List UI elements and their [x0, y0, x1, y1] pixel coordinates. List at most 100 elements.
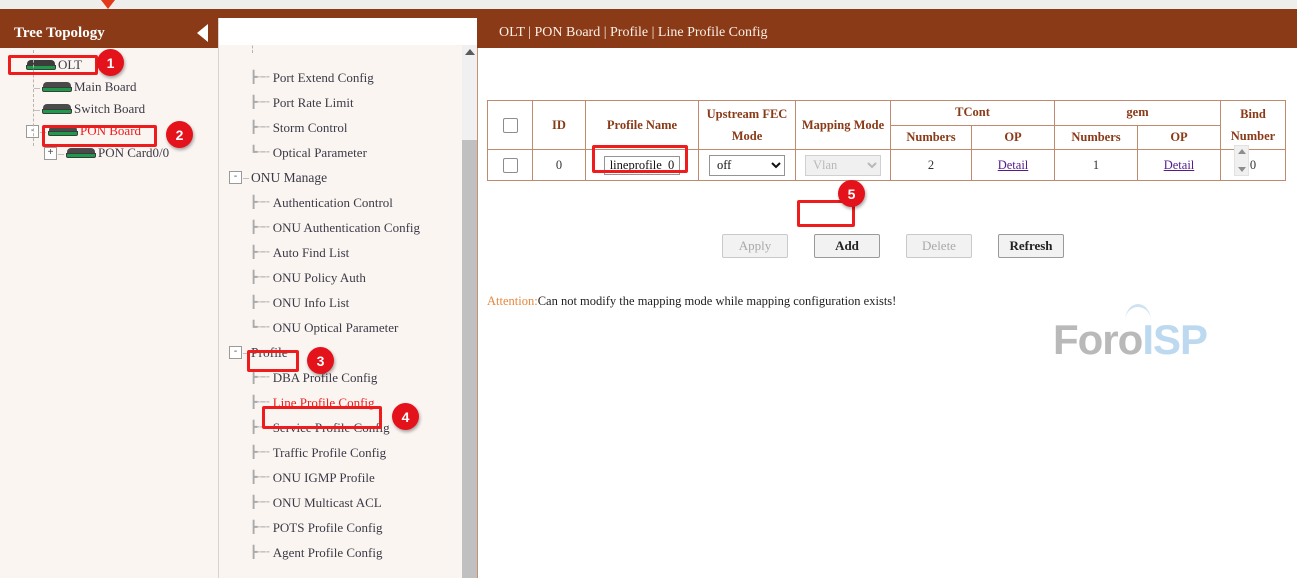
tree-expander-minus-icon[interactable]: -: [229, 346, 242, 359]
header-bind-line2: Number: [1225, 125, 1281, 147]
tree-node-label: PON Card0/0: [98, 145, 169, 161]
menu-item-label: Agent Profile Config: [273, 545, 383, 561]
menu-scrollbar[interactable]: [462, 45, 477, 578]
delete-button: Delete: [906, 234, 972, 258]
header-bind-number: Bind Number: [1221, 101, 1286, 150]
menu-item-onu-policy-auth[interactable]: ┣╌╌ ONU Policy Auth: [219, 265, 477, 290]
cell-gem-numbers: 1: [1055, 150, 1138, 181]
cell-gem-op: Detail: [1138, 150, 1221, 181]
highlight-box-profile: [247, 350, 299, 372]
row-scroll-up-icon[interactable]: [1238, 149, 1246, 154]
table-row-scrollbar[interactable]: [1234, 145, 1249, 176]
tree-topology-header: Tree Topology: [0, 18, 218, 48]
menu-item-label: ONU IGMP Profile: [273, 470, 375, 486]
tree-branch-dash: –: [34, 80, 40, 95]
header-upstream-fec-line2: Mode: [703, 125, 791, 147]
menu-item-agent-profile-config[interactable]: ┣╌╌ Agent Profile Config: [219, 540, 477, 565]
menu-item-label: ONU Multicast ACL: [273, 495, 382, 511]
table-header-row-1: ID Profile Name Upstream FEC Mode Mappin…: [488, 101, 1286, 126]
highlight-box-line-profile-config: [262, 406, 382, 429]
tree-leaf-dash-icon: ┣╌╌: [250, 495, 269, 510]
menu-connector: [252, 45, 254, 53]
menu-item-label: ONU Authentication Config: [273, 220, 420, 236]
menu-group-onu-manage[interactable]: - – ONU Manage: [219, 165, 477, 190]
cell-id: 0: [533, 150, 586, 181]
window-top-bar: [0, 9, 1297, 18]
tree-leaf-dash-icon: ┣╌╌: [250, 245, 269, 260]
mapping-mode-select: Vlan: [805, 155, 881, 176]
add-button[interactable]: Add: [814, 234, 880, 258]
menu-item-onu-optical-parameter[interactable]: ┗╌╌ ONU Optical Parameter: [219, 315, 477, 340]
tree-leaf-dash-icon: ┣╌╌: [250, 545, 269, 560]
header-id: ID: [533, 101, 586, 150]
header-tcont-op: OP: [972, 125, 1055, 150]
highlight-box-profile-name: [592, 145, 688, 173]
scroll-up-arrow-icon[interactable]: [465, 49, 475, 55]
menu-item-label: ONU Optical Parameter: [273, 320, 399, 336]
menu-item-onu-multicast-acl[interactable]: ┣╌╌ ONU Multicast ACL: [219, 490, 477, 515]
menu-item-label: Port Extend Config: [273, 70, 374, 86]
apply-button: Apply: [722, 234, 788, 258]
red-down-arrow-icon: [101, 0, 115, 9]
menu-item-authentication-control[interactable]: ┣╌╌ Authentication Control: [219, 190, 477, 215]
refresh-button[interactable]: Refresh: [998, 234, 1064, 258]
tree-branch-dash: –: [58, 146, 64, 161]
tree-leaf-dash-icon: ┣╌╌: [250, 195, 269, 210]
menu-item-onu-info-list[interactable]: ┣╌╌ ONU Info List: [219, 290, 477, 315]
menu-item-auto-find-list[interactable]: ┣╌╌ Auto Find List: [219, 240, 477, 265]
gem-detail-link[interactable]: Detail: [1164, 158, 1195, 172]
tree-topology-panel: Tree Topology OLT – Main Board – Switch …: [0, 18, 219, 578]
tree-expander-minus-icon[interactable]: -: [229, 171, 242, 184]
tree-leaf-dash-icon: ┣╌╌: [250, 70, 269, 85]
menu-item-pots-profile-config[interactable]: ┣╌╌ POTS Profile Config: [219, 515, 477, 540]
header-group-tcont: TCont: [891, 101, 1055, 126]
header-gem-op: OP: [1138, 125, 1221, 150]
tree-leaf-dash-icon: ┣╌╌: [250, 120, 269, 135]
menu-item-port-extend-config[interactable]: ┣╌╌ Port Extend Config: [219, 65, 477, 90]
header-group-gem: gem: [1055, 101, 1221, 126]
tcont-detail-link[interactable]: Detail: [998, 158, 1029, 172]
menu-item-label: Authentication Control: [273, 195, 393, 211]
menu-item-port-rate-limit[interactable]: ┣╌╌ Port Rate Limit: [219, 90, 477, 115]
menu-item-label: Storm Control: [273, 120, 348, 136]
attention-message: Attention:Can not modify the mapping mod…: [487, 294, 896, 309]
annotation-badge-4: 4: [392, 403, 419, 430]
header-select-all: [488, 101, 533, 150]
row-checkbox[interactable]: [503, 158, 518, 173]
menu-item-label: ONU Info List: [273, 295, 350, 311]
tree-leaf-dash-icon: ┣╌╌: [250, 445, 269, 460]
menu-scrollbar-thumb[interactable]: [462, 140, 477, 578]
row-scroll-down-icon[interactable]: [1238, 167, 1246, 172]
tree-topology-title: Tree Topology: [14, 25, 105, 42]
cell-bind-number: 0: [1221, 150, 1286, 181]
tree-leaf-dash-icon: ┣╌╌: [250, 295, 269, 310]
header-mapping-mode: Mapping Mode: [796, 101, 891, 150]
annotation-badge-3: 3: [307, 347, 334, 374]
select-all-checkbox[interactable]: [503, 118, 518, 133]
menu-item-storm-control[interactable]: ┣╌╌ Storm Control: [219, 115, 477, 140]
menu-item-optical-parameter[interactable]: ┗╌╌ Optical Parameter: [219, 140, 477, 165]
tree-expander-plus-icon[interactable]: +: [44, 147, 57, 160]
watermark-logo: ForoISP: [1053, 316, 1207, 364]
upstream-fec-mode-select[interactable]: off: [709, 155, 785, 176]
annotation-badge-1: 1: [97, 49, 124, 76]
tree-leaf-dash-icon: ┣╌╌: [250, 220, 269, 235]
menu-item-label: Port Rate Limit: [273, 95, 354, 111]
collapse-left-icon[interactable]: [197, 24, 208, 42]
tree-leaf-dash-icon: ┣╌╌: [250, 470, 269, 485]
annotation-badge-5: 5: [838, 180, 865, 207]
navigation-menu-panel: ┣╌╌ Port Extend Config ┣╌╌ Port Rate Lim…: [219, 45, 477, 578]
menu-item-label: POTS Profile Config: [273, 520, 383, 536]
cell-mapping-mode: Vlan: [796, 150, 891, 181]
menu-item-onu-igmp-profile[interactable]: ┣╌╌ ONU IGMP Profile: [219, 465, 477, 490]
tree-branch-dash: –: [243, 170, 249, 185]
window-top-strip: [0, 0, 1297, 9]
menu-item-traffic-profile-config[interactable]: ┣╌╌ Traffic Profile Config: [219, 440, 477, 465]
header-gem-numbers: Numbers: [1055, 125, 1138, 150]
tree-branch-dash: –: [34, 102, 40, 117]
watermark-arc-icon: [1125, 304, 1151, 321]
menu-item-onu-authentication-config[interactable]: ┣╌╌ ONU Authentication Config: [219, 215, 477, 240]
menu-item-label: Optical Parameter: [273, 145, 367, 161]
board-icon: [42, 104, 72, 115]
table-header: ID Profile Name Upstream FEC Mode Mappin…: [488, 101, 1286, 150]
